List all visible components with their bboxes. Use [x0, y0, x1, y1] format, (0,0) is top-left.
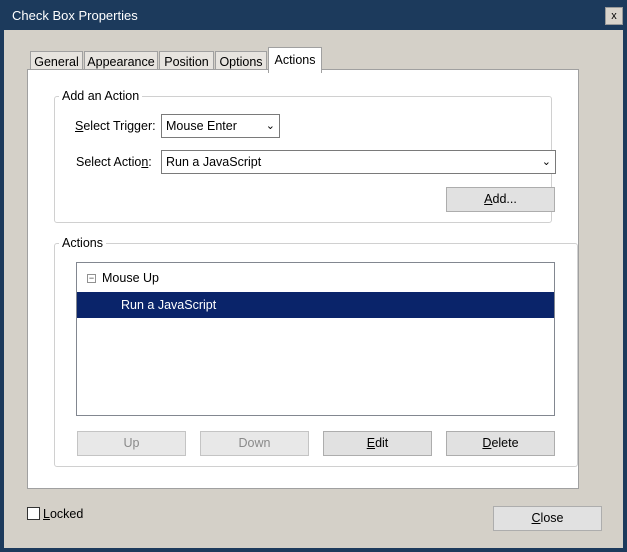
- locked-label[interactable]: Locked: [43, 507, 83, 521]
- trigger-select-value: Mouse Enter: [166, 119, 237, 133]
- up-button[interactable]: Up: [77, 431, 186, 456]
- trigger-select[interactable]: Mouse Enter ⌄: [161, 114, 280, 138]
- add-action-button[interactable]: Add...: [446, 187, 555, 212]
- add-action-legend: Add an Action: [59, 89, 143, 103]
- select-trigger-label: Select Trigger:: [75, 119, 156, 133]
- chevron-down-icon: ⌄: [541, 156, 551, 168]
- title-bar: Check Box Properties x: [0, 0, 627, 30]
- tree-node-mouse-up[interactable]: − Mouse Up: [77, 265, 554, 291]
- locked-checkbox[interactable]: [27, 507, 40, 520]
- edit-button[interactable]: Edit: [323, 431, 432, 456]
- tab-actions[interactable]: Actions: [268, 47, 322, 73]
- select-action-label: Select Action:: [76, 155, 152, 169]
- close-window-button[interactable]: x: [605, 7, 623, 25]
- action-select[interactable]: Run a JavaScript ⌄: [161, 150, 556, 174]
- collapse-icon[interactable]: −: [87, 274, 96, 283]
- tree-node-run-javascript[interactable]: Run a JavaScript: [77, 292, 554, 318]
- delete-button[interactable]: Delete: [446, 431, 555, 456]
- actions-legend: Actions: [59, 236, 106, 250]
- dialog-window: Check Box Properties x General Appearanc…: [0, 0, 627, 552]
- window-title: Check Box Properties: [12, 8, 138, 23]
- close-button[interactable]: Close: [493, 506, 602, 531]
- down-button[interactable]: Down: [200, 431, 309, 456]
- dialog-client-area: General Appearance Position Options Acti…: [4, 30, 623, 548]
- actions-tab-panel: Add an Action Select Trigger: Mouse Ente…: [27, 69, 579, 489]
- chevron-down-icon: ⌄: [265, 120, 275, 132]
- tree-node-label: Mouse Up: [102, 271, 159, 285]
- action-select-value: Run a JavaScript: [166, 155, 262, 169]
- actions-tree[interactable]: − Mouse Up Run a JavaScript: [76, 262, 555, 416]
- tree-node-label: Run a JavaScript: [121, 298, 217, 312]
